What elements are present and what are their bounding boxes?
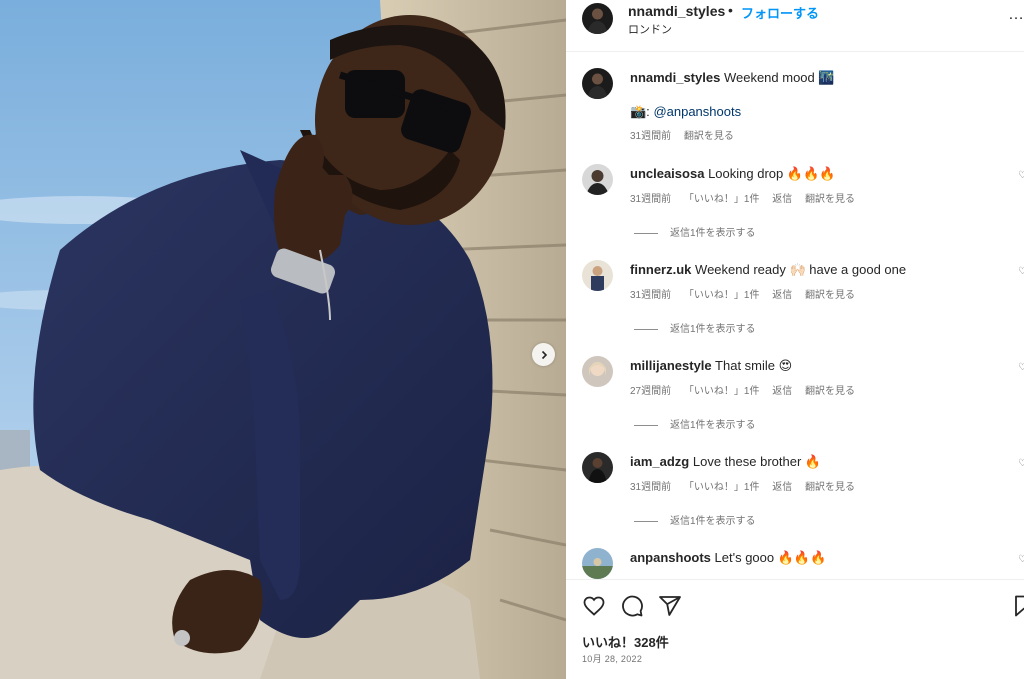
- comment-likes[interactable]: 「いいね！」1件: [684, 290, 760, 301]
- comment-meta: 31週間前 「いいね！」1件 返信 翻訳を見る: [630, 286, 873, 301]
- reply-button[interactable]: 返信: [772, 386, 792, 397]
- caption-credit: 📸: @anpanshoots: [630, 104, 741, 120]
- comment-text: Weekend ready 🙌🏻 have a good one: [695, 262, 907, 277]
- comment-likes[interactable]: 「いいね！」1件: [684, 194, 760, 205]
- comment-username[interactable]: iam_adzg: [630, 454, 689, 469]
- bookmark-icon[interactable]: [1012, 594, 1024, 618]
- replies-divider: [634, 424, 658, 426]
- commenter-avatar[interactable]: [582, 260, 613, 291]
- reply-button[interactable]: 返信: [772, 194, 792, 205]
- comment-username[interactable]: uncleaisosa: [630, 166, 704, 181]
- replies-divider: [634, 328, 658, 330]
- comment-text: Let's gooo 🔥🔥🔥: [714, 550, 827, 565]
- comment-time: 31週間前: [630, 290, 672, 301]
- reply-button[interactable]: 返信: [772, 290, 792, 301]
- replies-divider: [634, 232, 658, 234]
- comment-text: Looking drop 🔥🔥🔥: [708, 166, 836, 181]
- comment-meta: 31週間前 「いいね！」1件 返信 翻訳を見る: [630, 190, 873, 205]
- replies-divider: [634, 520, 658, 522]
- caption-username[interactable]: nnamdi_styles: [630, 70, 720, 85]
- reply-button[interactable]: 返信: [772, 482, 792, 493]
- author-username[interactable]: nnamdi_styles: [628, 3, 725, 19]
- author-avatar[interactable]: [582, 3, 613, 34]
- caption-line: nnamdi_styles Weekend mood 🌃: [630, 70, 835, 86]
- view-replies-button[interactable]: 返信1件を表示する: [634, 320, 756, 335]
- chevron-right-icon: [541, 350, 547, 359]
- comment-time: 31週間前: [630, 194, 672, 205]
- comment-like-icon[interactable]: ♡: [1018, 458, 1024, 469]
- share-icon[interactable]: [658, 594, 682, 618]
- comment-line: iam_adzg Love these brother 🔥: [630, 454, 821, 470]
- commenter-avatar[interactable]: [582, 452, 613, 483]
- comment-line: millijanestyle That smile 😍: [630, 358, 792, 374]
- view-replies-button[interactable]: 返信1件を表示する: [634, 512, 756, 527]
- post-date: 10月 28, 2022: [582, 654, 643, 664]
- view-replies-label: 返信1件を表示する: [670, 228, 756, 239]
- caption-text: Weekend mood 🌃: [723, 70, 835, 85]
- commenter-avatar[interactable]: [582, 164, 613, 195]
- follow-button[interactable]: フォローする: [741, 3, 819, 22]
- view-replies-button[interactable]: 返信1件を表示する: [634, 224, 756, 239]
- view-replies-label: 返信1件を表示する: [670, 324, 756, 335]
- view-replies-label: 返信1件を表示する: [670, 420, 756, 431]
- caption-avatar[interactable]: [582, 68, 613, 99]
- view-replies-label: 返信1件を表示する: [670, 516, 756, 527]
- comment-username[interactable]: finnerz.uk: [630, 262, 691, 277]
- comment-time: 27週間前: [630, 386, 672, 397]
- view-replies-button[interactable]: 返信1件を表示する: [634, 416, 756, 431]
- comment-text: Love these brother 🔥: [692, 454, 822, 469]
- likes-count[interactable]: いいね！328件: [582, 632, 669, 651]
- comment-likes[interactable]: 「いいね！」1件: [684, 482, 760, 493]
- post-actions: いいね！328件 10月 28, 2022: [566, 579, 1024, 679]
- translate-button[interactable]: 翻訳を見る: [805, 482, 855, 493]
- translate-button[interactable]: 翻訳を見る: [805, 386, 855, 397]
- comments-list[interactable]: nnamdi_styles Weekend mood 🌃 📸: @anpansh…: [566, 53, 1024, 579]
- translate-button[interactable]: 翻訳を見る: [805, 194, 855, 205]
- more-options-icon[interactable]: …: [1008, 6, 1024, 24]
- caption-meta: 31週間前 翻訳を見る: [630, 127, 752, 142]
- commenter-avatar[interactable]: [582, 548, 613, 579]
- comment-likes[interactable]: 「いいね！」1件: [684, 386, 760, 397]
- comment-username[interactable]: anpanshoots: [630, 550, 711, 565]
- comment-meta: 27週間前 「いいね！」1件 返信 翻訳を見る: [630, 382, 873, 397]
- next-photo-button[interactable]: [532, 343, 555, 366]
- post-photo[interactable]: [0, 0, 566, 679]
- commenter-avatar[interactable]: [582, 356, 613, 387]
- comment-like-icon[interactable]: ♡: [1018, 266, 1024, 277]
- comment-line: anpanshoots Let's gooo 🔥🔥🔥: [630, 550, 826, 566]
- comment-icon[interactable]: [620, 594, 644, 618]
- caption-translate-button[interactable]: 翻訳を見る: [684, 131, 734, 142]
- camera-emoji: 📸:: [630, 104, 650, 119]
- comment-username[interactable]: millijanestyle: [630, 358, 712, 373]
- comment-line: uncleaisosa Looking drop 🔥🔥🔥: [630, 166, 835, 182]
- comment-time: 31週間前: [630, 482, 672, 493]
- translate-button[interactable]: 翻訳を見る: [805, 290, 855, 301]
- credit-mention-link[interactable]: @anpanshoots: [653, 104, 741, 119]
- comment-line: finnerz.uk Weekend ready 🙌🏻 have a good …: [630, 262, 906, 278]
- comment-like-icon[interactable]: ♡: [1018, 554, 1024, 565]
- heart-icon[interactable]: [582, 594, 606, 618]
- post-side-panel: nnamdi_styles • フォローする ロンドン … nnamdi_sty…: [566, 0, 1024, 679]
- comment-like-icon[interactable]: ♡: [1018, 170, 1024, 181]
- comment-text: That smile 😍: [715, 358, 793, 373]
- caption-time: 31週間前: [630, 131, 672, 142]
- post-location[interactable]: ロンドン: [628, 21, 672, 37]
- post-header: nnamdi_styles • フォローする ロンドン …: [566, 0, 1024, 52]
- comment-like-icon[interactable]: ♡: [1018, 362, 1024, 373]
- separator-dot: •: [728, 2, 733, 18]
- comment-meta: 31週間前 「いいね！」1件 返信 翻訳を見る: [630, 478, 873, 493]
- post-image: [0, 0, 566, 679]
